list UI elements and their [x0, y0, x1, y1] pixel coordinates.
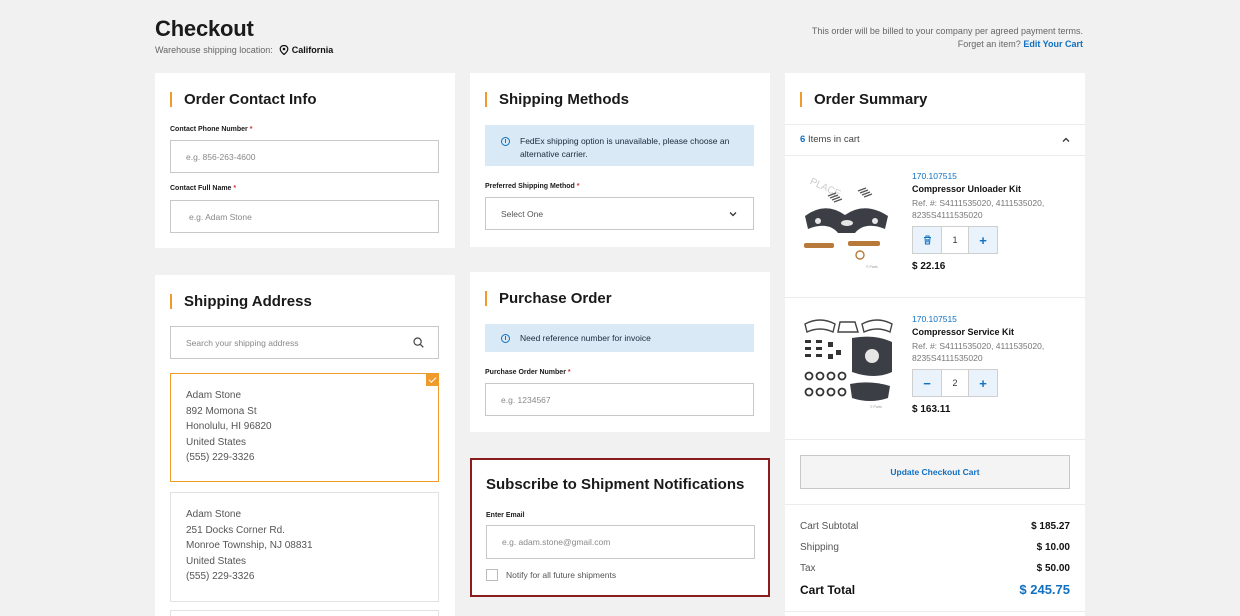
header-note: This order will be billed to your compan…	[812, 25, 1083, 51]
subtotal-value: $ 185.27	[1031, 521, 1070, 532]
email-label: Enter Email	[486, 512, 525, 519]
item-sku[interactable]: 170.107515	[912, 314, 1062, 324]
cart-item: © Parts 170.107515 Compressor Service Ki…	[800, 314, 1070, 424]
shipping-label: Shipping	[800, 542, 839, 553]
qty-stepper: − 2 +	[912, 369, 998, 397]
total-value: $ 245.75	[1019, 582, 1070, 597]
plus-icon[interactable]: +	[969, 227, 997, 253]
location-label: Warehouse shipping location:	[155, 45, 273, 55]
address-city: Monroe Township, NJ 08831	[186, 540, 313, 551]
total-label: Cart Total	[800, 582, 856, 597]
location-value: California	[291, 45, 334, 55]
search-icon[interactable]	[413, 337, 424, 348]
cart-items-text: Items in cart	[807, 134, 860, 145]
plus-icon[interactable]: +	[969, 370, 997, 396]
address-city: Honolulu, HI 96820	[186, 421, 272, 432]
address-name: Adam Stone	[186, 390, 242, 401]
warehouse-location: Warehouse shipping location: California	[155, 45, 333, 55]
shipping-value: $ 10.00	[1036, 542, 1070, 553]
purchase-order-panel: Purchase Order Need reference number for…	[470, 272, 770, 432]
address-street: 892 Momona St	[186, 405, 257, 417]
po-info-text: Need reference number for invoice	[520, 333, 651, 343]
item-ref: Ref. #: S4111535020, 4111535020, 8235S41…	[912, 341, 1045, 363]
trash-icon[interactable]	[913, 227, 941, 253]
subtotal-row: Cart Subtotal $ 185.27	[800, 521, 1070, 532]
edit-cart-link[interactable]: Edit Your Cart	[1023, 39, 1083, 49]
tax-label: Tax	[800, 563, 816, 574]
chevron-up-icon[interactable]	[1062, 137, 1070, 143]
shipping-methods-panel: Shipping Methods FedEx shipping option i…	[470, 73, 770, 247]
contact-panel: Order Contact Info Contact Phone Number …	[155, 73, 455, 248]
item-name: Compressor Unloader Kit	[912, 184, 1022, 194]
qty-value[interactable]: 2	[941, 370, 969, 396]
fedex-info-box: FedEx shipping option is unavailable, pl…	[485, 125, 754, 166]
notify-checkbox-label: Notify for all future shipments	[506, 570, 617, 580]
item-price: $ 163.11	[912, 404, 951, 415]
address-country: United States	[186, 555, 247, 567]
fedex-info-text: FedEx shipping option is unavailable, pl…	[520, 136, 730, 159]
item-sku[interactable]: 170.107515	[912, 171, 1062, 181]
shipping-methods-title: Shipping Methods	[485, 91, 629, 108]
po-number-label: Purchase Order Number *	[485, 369, 571, 376]
tax-value: $ 50.00	[1036, 563, 1070, 574]
address-phone: (555) 229-3326	[186, 571, 255, 582]
svg-text:© Parts: © Parts	[870, 405, 882, 409]
name-input[interactable]: e.g. Adam Stone	[170, 200, 439, 233]
contact-title: Order Contact Info	[170, 91, 317, 108]
product-image: PLACE © Parts	[804, 176, 888, 269]
update-cart-button[interactable]: Update Checkout Cart	[800, 455, 1070, 489]
purchase-order-title: Purchase Order	[485, 290, 612, 307]
address-phone: (555) 229-3326	[186, 452, 255, 463]
info-icon	[501, 137, 510, 146]
order-summary-title: Order Summary	[800, 91, 927, 108]
checkmark-icon	[426, 373, 439, 386]
svg-text:PLACE: PLACE	[808, 176, 843, 200]
po-info-box: Need reference number for invoice	[485, 324, 754, 352]
notify-checkbox-row[interactable]: Notify for all future shipments	[486, 569, 616, 581]
shipping-method-select[interactable]: Select One	[485, 197, 754, 230]
info-icon	[501, 334, 510, 343]
svg-text:© Parts: © Parts	[866, 265, 878, 269]
address-street: 251 Docks Corner Rd.	[186, 524, 285, 536]
subtotal-label: Cart Subtotal	[800, 521, 859, 532]
email-input[interactable]: e.g. adam.stone@gmail.com	[486, 525, 755, 559]
address-card-selected[interactable]: Adam Stone 892 Momona St Honolulu, HI 96…	[170, 373, 439, 482]
forget-item-text: Forget an item?	[957, 39, 1021, 49]
tax-row: Tax $ 50.00	[800, 563, 1070, 574]
address-card-partial[interactable]	[170, 610, 439, 616]
address-search-input[interactable]: Search your shipping address	[170, 326, 439, 359]
address-country: United States	[186, 436, 247, 448]
chevron-down-icon	[729, 211, 737, 216]
shipping-address-panel: Shipping Address Search your shipping ad…	[155, 275, 455, 616]
total-row: Cart Total $ 245.75	[800, 582, 1070, 597]
minus-icon[interactable]: −	[913, 370, 941, 396]
notifications-panel: Subscribe to Shipment Notifications Ente…	[470, 458, 770, 597]
location-pin-icon	[279, 45, 289, 55]
notify-checkbox[interactable]	[486, 569, 498, 581]
qty-stepper: 1 +	[912, 226, 998, 254]
item-ref: Ref. #: S4111535020, 4111535020, 8235S41…	[912, 198, 1045, 220]
shipping-address-title: Shipping Address	[170, 293, 312, 310]
shipping-row: Shipping $ 10.00	[800, 542, 1070, 553]
qty-value[interactable]: 1	[941, 227, 969, 253]
phone-label: Contact Phone Number *	[170, 126, 253, 133]
item-name: Compressor Service Kit	[912, 327, 1015, 337]
item-price: $ 22.16	[912, 261, 946, 272]
cart-item: PLACE © Parts 170.107515 Compressor Unlo…	[800, 171, 1070, 281]
cart-items-toggle[interactable]: 6 Items in cart	[800, 134, 1070, 145]
product-image: © Parts	[804, 319, 893, 409]
address-name: Adam Stone	[186, 509, 242, 520]
po-number-input[interactable]: e.g. 1234567	[485, 383, 754, 416]
phone-input[interactable]: e.g. 856-263-4600	[170, 140, 439, 173]
order-summary-panel: Order Summary 6 Items in cart PLACE © Pa…	[785, 73, 1085, 616]
cart-items-count: 6	[800, 134, 806, 145]
billing-note: This order will be billed to your compan…	[811, 26, 1083, 36]
shipping-method-label: Preferred Shipping Method *	[485, 183, 580, 190]
page-title: Checkout	[155, 16, 254, 41]
name-label: Contact Full Name *	[170, 185, 237, 192]
address-card[interactable]: Adam Stone 251 Docks Corner Rd. Monroe T…	[170, 492, 439, 602]
notifications-title: Subscribe to Shipment Notifications	[486, 476, 745, 493]
